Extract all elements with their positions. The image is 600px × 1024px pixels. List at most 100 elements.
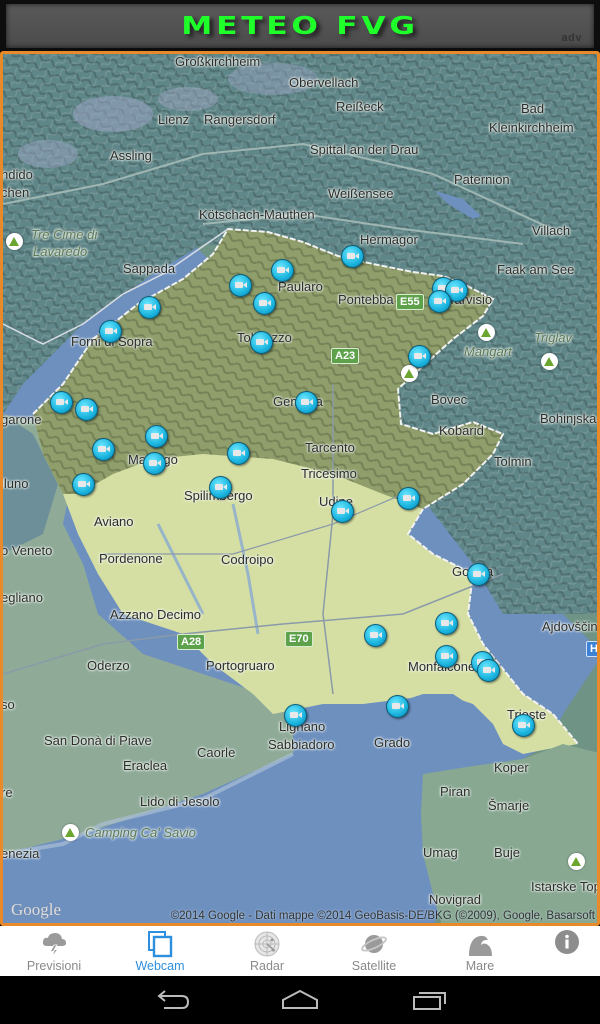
place-label: Buje [494,845,521,860]
tab-label: Previsioni [26,959,82,973]
mountain-icon[interactable] [568,853,585,870]
webcam-marker-icon[interactable] [435,612,458,635]
webcam-marker-icon[interactable] [512,714,535,737]
tab-satellite[interactable]: Satellite [324,926,424,976]
tab-mare[interactable]: Mare [430,926,530,976]
place-label: Villach [532,223,571,238]
recents-icon[interactable] [410,986,450,1014]
back-icon[interactable] [152,986,192,1014]
system-nav-bar [0,976,600,1024]
place-label: Kleinkirchheim [489,120,574,135]
place-label: garone [1,412,42,427]
place-label: Lido di Jesolo [140,794,220,809]
webcam-marker-icon[interactable] [477,659,500,682]
place-label: Tarcento [305,440,355,455]
place-label: Kobarid [439,423,484,438]
webcam-marker-icon[interactable] [92,438,115,461]
road-shield: H4 [586,641,597,657]
radar-icon [254,931,280,957]
webcam-marker-icon[interactable] [341,245,364,268]
place-label: Bad [521,101,545,116]
webcam-marker-icon[interactable] [295,391,318,414]
place-label: Azzano Decimo [110,607,202,622]
tab-radar[interactable]: Radar [217,926,317,976]
place-label: Faak am See [497,262,575,277]
place-label: Umag [423,845,458,860]
webcam-marker-icon[interactable] [386,695,409,718]
webcam-marker-icon[interactable] [75,398,98,421]
poi-label: Camping Ca' Savio [85,825,196,840]
webcam-icon [148,931,173,958]
webcam-marker-icon[interactable] [145,425,168,448]
webcam-marker-icon[interactable] [467,563,490,586]
webcam-marker-icon[interactable] [271,259,294,282]
place-label: Šmarje [488,798,530,813]
webcam-marker-icon[interactable] [99,320,122,343]
webcam-marker-icon[interactable] [397,487,420,510]
mountain-icon[interactable] [6,233,23,250]
place-label: Bovec [431,392,468,407]
place-label: San Donà di Piave [44,733,152,748]
webcam-marker-icon[interactable] [364,624,387,647]
camping-icon[interactable] [62,824,79,841]
adv-label[interactable]: adv [562,32,582,44]
storm-cloud-icon [42,933,66,958]
webcam-marker-icon[interactable] [250,331,273,354]
place-label: Assling [110,148,152,163]
home-icon[interactable] [280,986,320,1014]
tab-previsioni[interactable]: Previsioni [4,926,104,976]
webcam-marker-icon[interactable] [331,500,354,523]
webcam-marker-icon[interactable] [435,645,458,668]
place-label: Bohinjska [540,411,597,426]
tab-label: Satellite [351,959,397,973]
app-title: METEO FVG [181,11,419,40]
place-label: chen [1,185,30,200]
place-label: Sabbiadoro [268,737,335,752]
place-label: Koper [494,760,529,775]
place-label: Spittal an der Drau [310,142,419,157]
place-label: Kötschach-Mauthen [199,207,315,222]
place-label: so [1,697,15,712]
tab-label: Webcam [135,959,185,973]
webcam-marker-icon[interactable] [143,452,166,475]
webcam-marker-icon[interactable] [428,290,451,313]
webcam-marker-icon[interactable] [72,473,95,496]
place-label: Tolmin [494,454,532,469]
poi-label: Triglav [534,330,573,345]
place-label: Caorle [197,745,236,760]
mountain-icon[interactable] [478,324,495,341]
tab-label: Mare [465,959,495,973]
place-label: Lienz [158,112,190,127]
place-label: Paternion [454,172,510,187]
place-label: Istarske Top [531,879,600,894]
webcam-marker-icon[interactable] [209,476,232,499]
tab-webcam[interactable]: Webcam [110,926,210,976]
place-label: egliano [1,590,43,605]
place-label: Grado [374,735,411,750]
planet-icon [361,935,387,953]
poi-label: Lavaredo [33,244,88,259]
road-shield: A23 [331,348,360,364]
place-label: Novigrad [429,892,482,907]
webcam-marker-icon[interactable] [50,391,73,414]
place-label: Weißensee [328,186,394,201]
webcam-marker-icon[interactable] [408,345,431,368]
place-label: Aviano [94,514,134,529]
place-label: Tricesimo [301,466,357,481]
road-shield: A28 [177,634,206,650]
place-label: ndido [1,167,33,182]
map-view[interactable]: Großkirchheim Obervellach Reißeck Bad Kleink… [0,51,600,926]
app-header: METEO FVG adv [0,0,600,51]
webcam-marker-icon[interactable] [227,442,250,465]
road-shield: E55 [396,294,424,310]
webcam-marker-icon[interactable] [253,292,276,315]
webcam-marker-icon[interactable] [229,274,252,297]
place-label: Sappada [123,261,176,276]
place-label: Rangersdorf [204,112,276,127]
tab-info[interactable] [517,926,600,976]
webcam-marker-icon[interactable] [138,296,161,319]
place-label: Reißeck [336,99,384,114]
place-label: Pontebba [338,292,394,307]
mountain-icon[interactable] [541,353,558,370]
webcam-marker-icon[interactable] [284,704,307,727]
